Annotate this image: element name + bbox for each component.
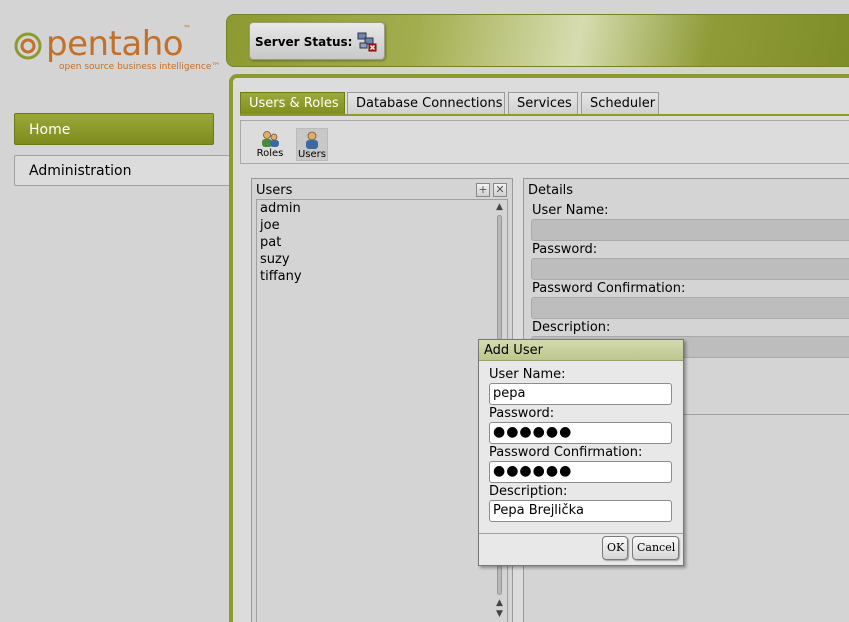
- dialog-title[interactable]: Add User: [479, 340, 683, 361]
- password-confirm-input[interactable]: ●●●●●●: [489, 461, 672, 483]
- scroll-up-icon[interactable]: ▲: [494, 202, 505, 212]
- dialog-password-confirm-label: Password Confirmation:: [489, 445, 643, 460]
- details-user-name-field: [531, 219, 849, 241]
- tab-scheduler[interactable]: Scheduler: [581, 92, 659, 115]
- server-status-label: Server Status:: [255, 35, 353, 49]
- server-status-button[interactable]: Server Status:: [249, 22, 385, 60]
- users-tool-button[interactable]: Users: [296, 128, 328, 161]
- scroll-thumb-lower[interactable]: [497, 565, 502, 595]
- details-user-name-label: User Name:: [532, 203, 609, 218]
- user-name-input[interactable]: pepa: [489, 383, 672, 405]
- details-password-confirm-label: Password Confirmation:: [532, 281, 686, 296]
- details-password-field: [531, 258, 849, 280]
- users-icon: [306, 131, 318, 149]
- details-description-label: Description:: [532, 320, 611, 335]
- logo-name: pentaho™: [46, 24, 191, 64]
- tab-divider: [240, 114, 849, 116]
- password-input[interactable]: ●●●●●●: [489, 422, 672, 444]
- description-input[interactable]: Pepa Brejlička: [489, 500, 672, 522]
- dialog-user-name-label: User Name:: [489, 367, 566, 382]
- users-panel-title: Users: [256, 183, 293, 198]
- roles-icon: [262, 131, 279, 147]
- toolbar: [240, 120, 849, 164]
- tab-users-roles[interactable]: Users & Roles: [240, 92, 345, 115]
- plus-icon: +: [478, 183, 488, 196]
- users-label: Users: [297, 149, 326, 160]
- close-icon: ✕: [495, 183, 505, 196]
- nav-home-button[interactable]: Home: [14, 113, 214, 145]
- scroll-thumb[interactable]: [497, 215, 502, 340]
- list-item[interactable]: joe: [260, 218, 485, 235]
- list-item[interactable]: tiffany: [260, 269, 485, 286]
- dialog-password-label: Password:: [489, 406, 555, 421]
- details-password-confirm-field: [531, 297, 849, 319]
- details-password-label: Password:: [532, 242, 598, 257]
- list-item[interactable]: admin: [260, 201, 485, 218]
- tab-database-connections[interactable]: Database Connections: [347, 92, 505, 115]
- dialog-description-label: Description:: [489, 484, 568, 499]
- cancel-button[interactable]: Cancel: [632, 536, 679, 560]
- roles-tool-button[interactable]: Roles: [254, 128, 286, 161]
- dialog-footer-divider: [479, 533, 683, 534]
- list-item[interactable]: pat: [260, 235, 485, 252]
- add-user-button[interactable]: +: [476, 183, 490, 197]
- tab-services[interactable]: Services: [508, 92, 578, 115]
- logo-tagline: open source business intelligence™: [59, 62, 221, 72]
- pentaho-logo: pentaho™ open source business intelligen…: [14, 22, 220, 82]
- server-error-icon: [357, 32, 377, 52]
- nav-administration-button[interactable]: Administration: [14, 155, 231, 186]
- list-item[interactable]: suzy: [260, 252, 485, 269]
- scroll-up-icon[interactable]: ▲: [494, 598, 505, 608]
- scroll-down-icon[interactable]: ▼: [494, 609, 505, 619]
- logo-swirl-icon: [14, 32, 42, 60]
- ok-button[interactable]: OK: [602, 536, 628, 560]
- remove-user-button[interactable]: ✕: [493, 183, 507, 197]
- roles-label: Roles: [256, 148, 284, 159]
- details-title: Details: [528, 183, 574, 198]
